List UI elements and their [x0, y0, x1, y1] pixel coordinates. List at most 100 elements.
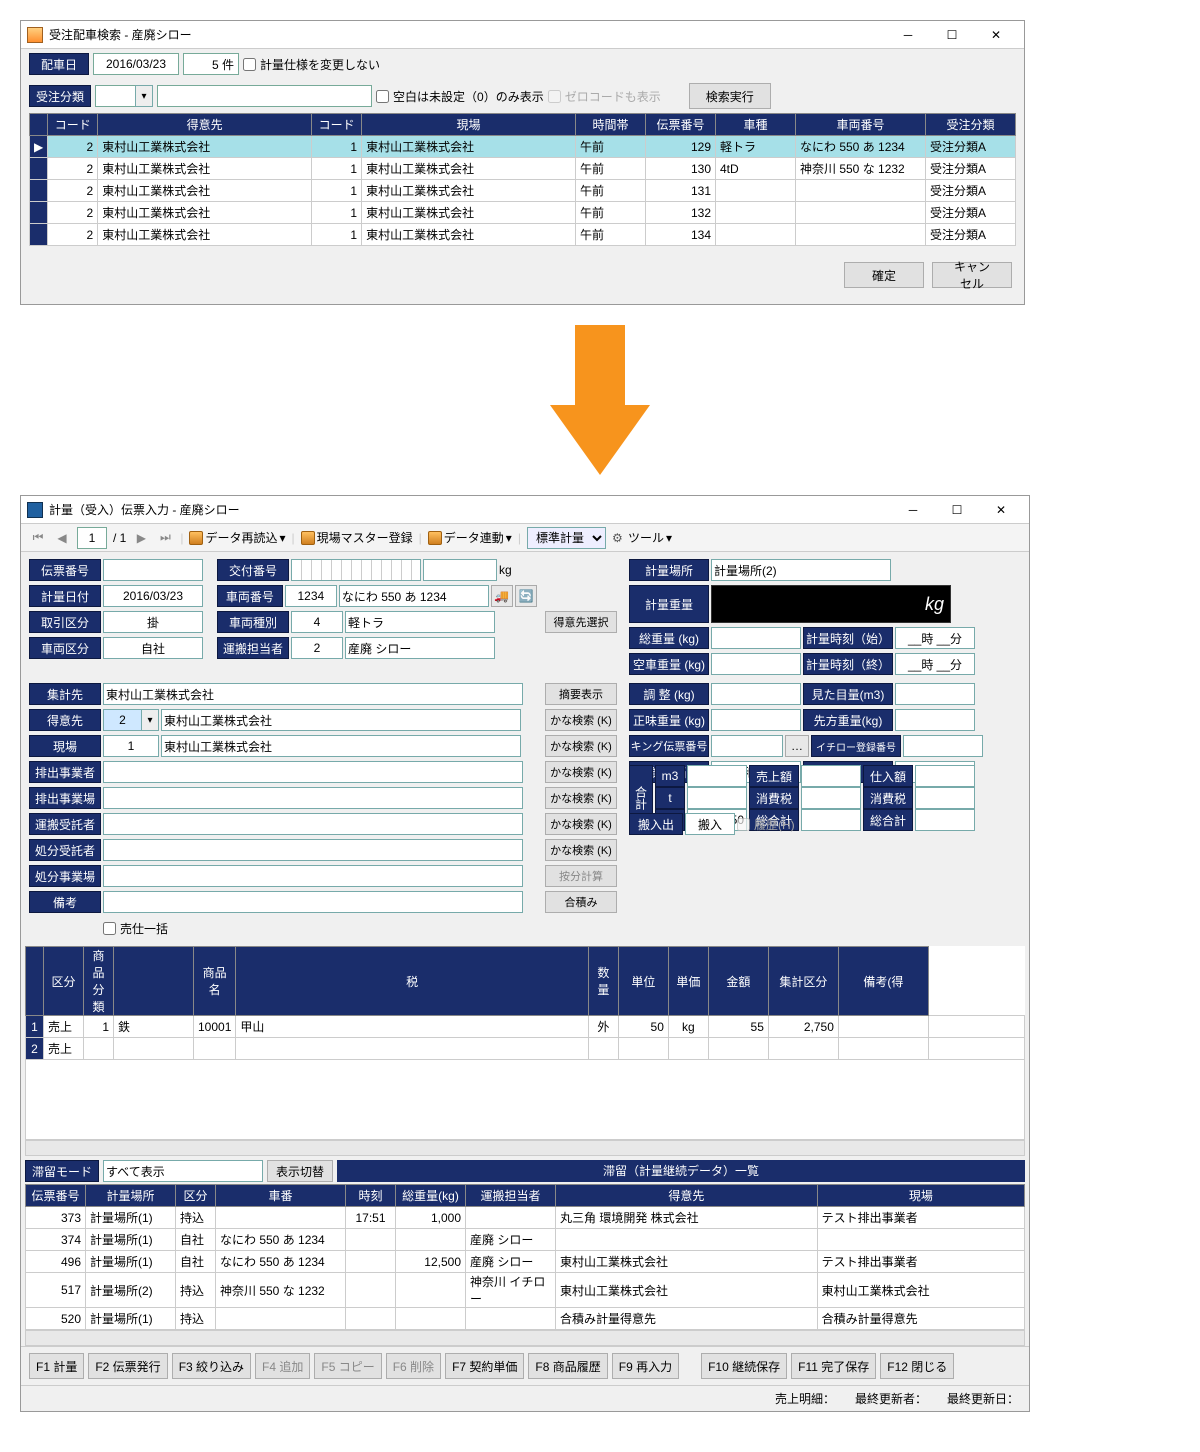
- minimize-button[interactable]: ─: [886, 22, 930, 48]
- column-header[interactable]: 車両番号: [796, 114, 926, 136]
- nav-next-icon[interactable]: ▶: [132, 529, 150, 547]
- sell-batch-checkbox[interactable]: 売仕一括: [103, 920, 168, 937]
- inout-input[interactable]: [685, 813, 735, 835]
- dispatch-results-grid[interactable]: コード得意先コード現場時間帯伝票番号車種車両番号受注分類 ▶2東村山工業株式会社…: [29, 113, 1016, 246]
- chevron-down-icon[interactable]: ▾: [135, 85, 153, 107]
- column-header[interactable]: 税: [236, 947, 589, 1016]
- column-header[interactable]: 伝票番号: [26, 1185, 86, 1207]
- deal-type-input[interactable]: [103, 611, 203, 633]
- order-type-combo[interactable]: ▾: [95, 85, 153, 107]
- client-select-button[interactable]: 得意先選択: [545, 611, 617, 633]
- reload-data-button[interactable]: データ再読込 ▾: [189, 529, 285, 546]
- trans-trust-input[interactable]: [103, 813, 523, 835]
- column-header[interactable]: 商品分類: [84, 947, 114, 1016]
- column-header[interactable]: 車番: [216, 1185, 346, 1207]
- total-t-input[interactable]: [687, 787, 747, 809]
- table-row[interactable]: 2売上: [26, 1038, 1025, 1060]
- column-header[interactable]: コード: [48, 114, 98, 136]
- trans-person-name-input[interactable]: [345, 637, 495, 659]
- sum-load-button[interactable]: 合積み: [545, 891, 617, 913]
- column-header[interactable]: [114, 947, 194, 1016]
- column-header[interactable]: 単価: [668, 947, 708, 1016]
- trans-person-code-input[interactable]: [291, 637, 343, 659]
- refresh-icon[interactable]: 🔄: [515, 585, 537, 607]
- issue-weight-input[interactable]: [423, 559, 497, 581]
- site-name-input[interactable]: [161, 735, 521, 757]
- car-kind-code-input[interactable]: [291, 611, 343, 633]
- column-header[interactable]: 現場: [817, 1185, 1024, 1207]
- count-input[interactable]: [183, 53, 239, 75]
- nav-prev-icon[interactable]: ◀: [53, 529, 71, 547]
- fkey-f12[interactable]: F12 閉じる: [880, 1353, 954, 1379]
- pending-grid[interactable]: 伝票番号計量場所区分車番時刻総重量(kg)運搬担当者得意先現場 373計量場所(…: [25, 1184, 1025, 1330]
- lookup-icon[interactable]: …: [785, 735, 809, 757]
- empty-weight-input[interactable]: [711, 653, 801, 675]
- client-code-input[interactable]: [103, 709, 141, 731]
- nav-first-icon[interactable]: ⏮: [29, 529, 47, 547]
- display-toggle-button[interactable]: 表示切替: [267, 1160, 333, 1182]
- fkey-f7[interactable]: F7 契約単価: [445, 1353, 524, 1379]
- close-button[interactable]: ✕: [979, 497, 1023, 523]
- emit-site-input[interactable]: [103, 787, 523, 809]
- table-row[interactable]: 2東村山工業株式会社1東村山工業株式会社午前131受注分類A: [30, 180, 1016, 202]
- column-header[interactable]: 得意先: [556, 1185, 818, 1207]
- slip-no-input[interactable]: [103, 559, 203, 581]
- total-m3-input[interactable]: [687, 765, 747, 787]
- table-row[interactable]: 1売上1鉄10001甲山外50kg552,750: [26, 1016, 1025, 1038]
- time-end-input[interactable]: [895, 653, 975, 675]
- kana-search-button[interactable]: かな検索 (K): [545, 735, 617, 757]
- prior-input[interactable]: [895, 709, 975, 731]
- column-header[interactable]: [30, 114, 48, 136]
- pending-mode-input[interactable]: [103, 1160, 263, 1182]
- purchase-tax-input[interactable]: [915, 787, 975, 809]
- purchase-amount-input[interactable]: [915, 765, 975, 787]
- fkey-f11[interactable]: F11 完了保存: [791, 1353, 876, 1379]
- page-current-input[interactable]: [77, 527, 107, 549]
- king-input[interactable]: [711, 735, 783, 757]
- chevron-down-icon[interactable]: ▾: [141, 709, 159, 731]
- sales-amount-input[interactable]: [801, 765, 861, 787]
- kana-search-button[interactable]: かな検索 (K): [545, 761, 617, 783]
- column-header[interactable]: 商品名: [194, 947, 236, 1016]
- fkey-f8[interactable]: F8 商品履歴: [528, 1353, 607, 1379]
- kana-search-button[interactable]: かな検索 (K): [545, 839, 617, 861]
- car-category-input[interactable]: [103, 637, 203, 659]
- table-row[interactable]: 520計量場所(1)持込合積み計量得意先合積み計量得意先: [26, 1308, 1025, 1330]
- fkey-f9[interactable]: F9 再入力: [612, 1353, 679, 1379]
- adjust-input[interactable]: [711, 683, 801, 705]
- agg-input[interactable]: [103, 683, 523, 705]
- apparent-input[interactable]: [895, 683, 975, 705]
- line-items-grid[interactable]: 区分商品分類商品名税数量単位単価金額集計区分備考(得 1売上1鉄10001甲山外…: [25, 946, 1025, 1060]
- kana-search-button[interactable]: かな検索 (K): [545, 813, 617, 835]
- ichiro-input[interactable]: [903, 735, 983, 757]
- car-kind-name-input[interactable]: [345, 611, 495, 633]
- order-type-name-input[interactable]: [157, 85, 372, 107]
- minimize-button[interactable]: ─: [891, 497, 935, 523]
- kana-search-button[interactable]: かな検索 (K): [545, 709, 617, 731]
- client-name-input[interactable]: [161, 709, 521, 731]
- confirm-button[interactable]: 確定: [844, 262, 924, 288]
- table-row[interactable]: 373計量場所(1)持込17:511,000丸三角 環境開発 株式会社テスト排出…: [26, 1207, 1025, 1229]
- nav-last-icon[interactable]: ⏭: [156, 529, 174, 547]
- summary-button[interactable]: 摘要表示: [545, 683, 617, 705]
- horizontal-scrollbar[interactable]: [25, 1330, 1025, 1346]
- search-run-button[interactable]: 検索実行: [689, 83, 771, 109]
- emitter-input[interactable]: [103, 761, 523, 783]
- cancel-button[interactable]: キャンセル: [932, 262, 1012, 288]
- fkey-f1[interactable]: F1 計量: [29, 1353, 84, 1379]
- gross-weight-input[interactable]: [711, 627, 801, 649]
- column-header[interactable]: 車種: [716, 114, 796, 136]
- blank-unset-checkbox[interactable]: 空白は未設定（0）のみ表示: [376, 88, 544, 105]
- column-header[interactable]: 得意先: [98, 114, 312, 136]
- issue-no-input[interactable]: [291, 559, 421, 581]
- no-spec-change-checkbox[interactable]: 計量仕様を変更しない: [243, 56, 380, 73]
- time-start-input[interactable]: [895, 627, 975, 649]
- column-header[interactable]: 区分: [44, 947, 84, 1016]
- table-row[interactable]: 2東村山工業株式会社1東村山工業株式会社午前1304tD神奈川 550 な 12…: [30, 158, 1016, 180]
- fkey-f10[interactable]: F10 継続保存: [701, 1353, 787, 1379]
- measure-mode-select[interactable]: 標準計量: [527, 527, 606, 549]
- table-row[interactable]: 496計量場所(1)自社なにわ 550 あ 123412,500産廃 シロー東村…: [26, 1251, 1025, 1273]
- location-input[interactable]: [711, 559, 891, 581]
- net-input[interactable]: [711, 709, 801, 731]
- sales-tax-input[interactable]: [801, 787, 861, 809]
